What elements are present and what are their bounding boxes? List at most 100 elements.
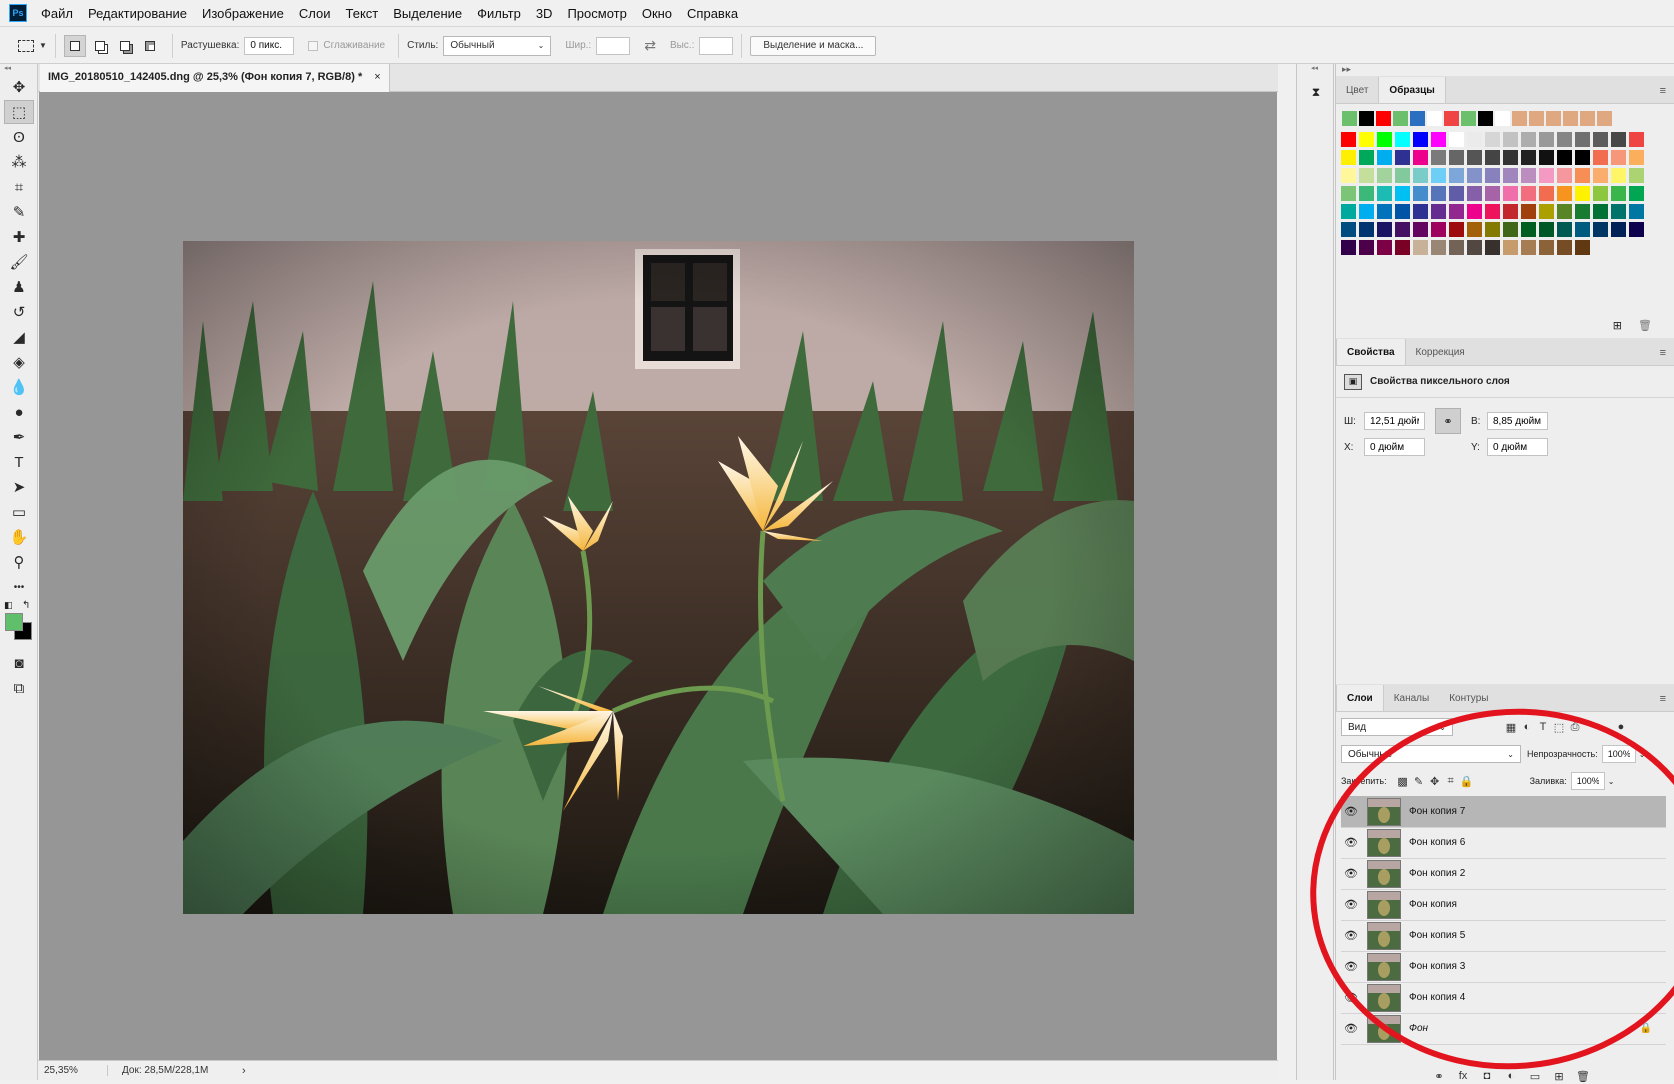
color-swatch[interactable] (1539, 168, 1554, 183)
lasso-tool[interactable]: ʘ (4, 125, 34, 149)
color-swatch[interactable] (1629, 222, 1644, 237)
color-swatch[interactable] (1341, 132, 1356, 147)
recent-swatch[interactable] (1580, 111, 1595, 126)
color-swatch[interactable] (1467, 132, 1482, 147)
style-select[interactable]: Обычный ⌄ (443, 35, 552, 56)
color-swatch[interactable] (1467, 150, 1482, 165)
color-swatch[interactable] (1557, 240, 1572, 255)
select-and-mask-button[interactable]: Выделение и маска... (750, 35, 877, 56)
lock-icon[interactable]: 🔒 (1640, 1023, 1652, 1034)
color-swatch[interactable] (1413, 222, 1428, 237)
color-swatch[interactable] (1539, 150, 1554, 165)
foreground-color-swatch[interactable] (5, 613, 23, 631)
layer-row[interactable]: 👁 Фон копия 2 (1341, 858, 1666, 890)
color-swatch[interactable] (1611, 204, 1626, 219)
lock-artboard-icon[interactable]: ⌗ (1443, 773, 1459, 789)
color-swatch[interactable] (1503, 222, 1518, 237)
color-swatch[interactable] (1467, 222, 1482, 237)
filter-smart-object-icon[interactable]: ⎙ (1567, 719, 1583, 735)
color-swatch[interactable] (1575, 150, 1590, 165)
color-swatch[interactable] (1431, 222, 1446, 237)
move-tool[interactable]: ✥ (4, 75, 34, 99)
recent-swatch[interactable] (1529, 111, 1544, 126)
color-swatch[interactable] (1449, 186, 1464, 201)
color-swatch[interactable] (1449, 240, 1464, 255)
color-swatch[interactable] (1611, 168, 1626, 183)
recent-swatch[interactable] (1563, 111, 1578, 126)
tab-properties[interactable]: Свойства (1336, 339, 1406, 365)
new-group-icon[interactable]: ▭ (1527, 1068, 1543, 1084)
default-colors-icon[interactable]: ◧ (4, 600, 13, 611)
color-swatch[interactable] (1557, 168, 1572, 183)
subtract-selection-button[interactable] (114, 35, 136, 57)
visibility-eye-icon[interactable]: 👁 (1341, 898, 1361, 911)
color-swatch[interactable] (1449, 150, 1464, 165)
color-swatch[interactable] (1485, 240, 1500, 255)
color-swatch[interactable] (1485, 186, 1500, 201)
color-swatch[interactable] (1575, 204, 1590, 219)
marquee-tool[interactable]: ⬚ (4, 100, 34, 124)
layer-row[interactable]: 👁 Фон копия 3 (1341, 951, 1666, 983)
color-swatch[interactable] (1521, 168, 1536, 183)
color-swatch[interactable] (1521, 150, 1536, 165)
visibility-eye-icon[interactable]: 👁 (1341, 1022, 1361, 1035)
recent-swatch[interactable] (1597, 111, 1612, 126)
color-swatch[interactable] (1503, 168, 1518, 183)
close-tab-icon[interactable]: × (374, 71, 380, 85)
menu-file[interactable]: Файл (41, 6, 73, 21)
layer-filter-select[interactable]: Вид ⌄ (1341, 718, 1453, 736)
visibility-eye-icon[interactable]: 👁 (1341, 929, 1361, 942)
color-swatch[interactable] (1395, 222, 1410, 237)
color-swatch[interactable] (1593, 186, 1608, 201)
filter-type-icon[interactable]: T (1535, 719, 1551, 735)
menu-help[interactable]: Справка (687, 6, 738, 21)
color-swatch[interactable] (1413, 186, 1428, 201)
filter-toggle-icon[interactable]: ● (1613, 719, 1629, 735)
add-mask-icon[interactable]: ◘ (1479, 1068, 1495, 1084)
color-swatch[interactable] (1359, 204, 1374, 219)
chevron-down-icon[interactable]: ⌄ (1639, 750, 1646, 759)
collapse-arrows-icon[interactable]: ◂◂ (1297, 64, 1333, 74)
color-swatch[interactable] (1359, 132, 1374, 147)
width-input[interactable] (596, 36, 631, 55)
filter-shape-icon[interactable]: ⬚ (1551, 719, 1567, 735)
color-swatch[interactable] (1503, 204, 1518, 219)
color-swatch[interactable] (1377, 240, 1392, 255)
type-tool[interactable]: T (4, 450, 34, 474)
intersect-selection-button[interactable] (139, 35, 161, 57)
link-layers-icon[interactable]: ⚭ (1431, 1068, 1447, 1084)
color-swatch[interactable] (1377, 204, 1392, 219)
color-swatch[interactable] (1629, 150, 1644, 165)
lock-position-icon[interactable]: ✥ (1427, 773, 1443, 789)
color-swatch[interactable] (1395, 132, 1410, 147)
recent-swatch[interactable] (1546, 111, 1561, 126)
color-swatch[interactable] (1539, 204, 1554, 219)
add-selection-button[interactable] (89, 35, 111, 57)
history-brush-tool[interactable]: ↺ (4, 300, 34, 324)
color-swatch[interactable] (1503, 186, 1518, 201)
tab-layers[interactable]: Слои (1336, 685, 1384, 711)
recent-swatch[interactable] (1495, 111, 1510, 126)
color-swatch[interactable] (1575, 240, 1590, 255)
color-swatch[interactable] (1377, 186, 1392, 201)
tab-adjustments[interactable]: Коррекция (1406, 339, 1475, 365)
color-swatch[interactable] (1413, 204, 1428, 219)
canvas-area[interactable] (39, 92, 1277, 1060)
menu-layers[interactable]: Слои (299, 6, 331, 21)
menu-filter[interactable]: Фильтр (477, 6, 521, 21)
color-swatch[interactable] (1395, 168, 1410, 183)
adjustment-layer-icon[interactable]: ◐ (1503, 1068, 1519, 1084)
recent-swatch[interactable] (1512, 111, 1527, 126)
color-swatch[interactable] (1377, 222, 1392, 237)
color-swatch[interactable] (1413, 240, 1428, 255)
tab-color[interactable]: Цвет (1336, 77, 1378, 103)
zoom-level[interactable]: 25,35% (38, 1065, 108, 1076)
recent-swatch[interactable] (1478, 111, 1493, 126)
color-swatch[interactable] (1467, 186, 1482, 201)
layer-row[interactable]: 👁 Фон копия (1341, 889, 1666, 921)
color-swatch[interactable] (1377, 132, 1392, 147)
color-swatch[interactable] (1431, 132, 1446, 147)
antialias-checkbox[interactable] (308, 40, 319, 51)
new-layer-icon[interactable]: ⊞ (1551, 1068, 1567, 1084)
blur-tool[interactable]: 💧 (4, 375, 34, 399)
